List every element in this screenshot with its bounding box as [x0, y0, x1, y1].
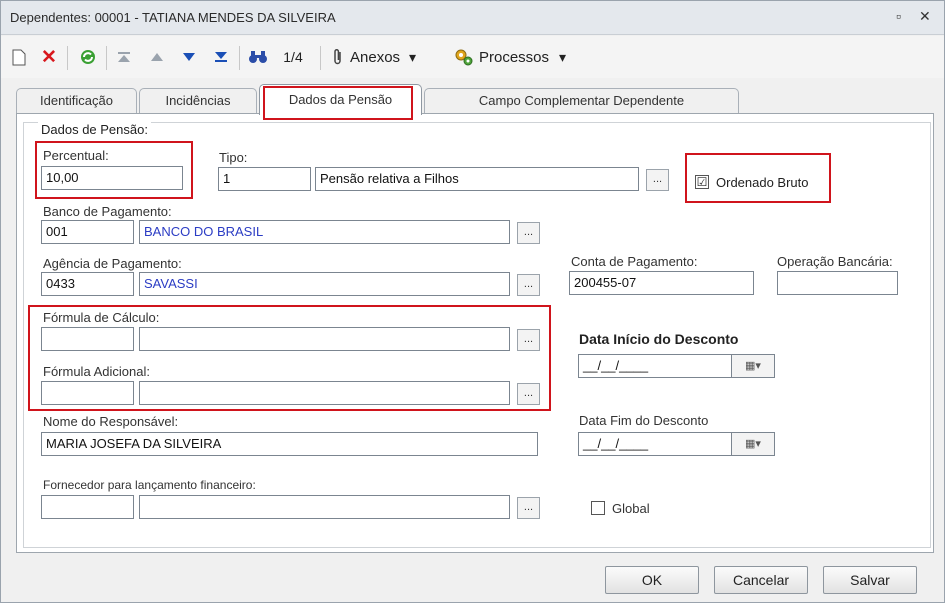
- tab-bar: Identificação Incidências Dados da Pensã…: [1, 84, 944, 115]
- data-inicio-input[interactable]: __/__/____: [578, 354, 732, 378]
- global-label: Global: [612, 501, 650, 516]
- processos-menu[interactable]: Processos ▾: [454, 46, 584, 68]
- processos-label: Processos: [479, 48, 550, 66]
- close-icon[interactable]: ✕: [919, 8, 931, 25]
- global-checkbox[interactable]: [591, 501, 605, 515]
- restore-icon[interactable]: ▫: [896, 8, 901, 24]
- arrow-down-icon: [183, 53, 195, 61]
- tab-campo-complementar[interactable]: Campo Complementar Dependente: [424, 88, 739, 113]
- banco-label: Banco de Pagamento:: [43, 204, 172, 219]
- tipo-description-input[interactable]: Pensão relativa a Filhos: [315, 167, 639, 191]
- previous-record-button[interactable]: [147, 46, 167, 68]
- agencia-name-input[interactable]: SAVASSI: [139, 272, 510, 296]
- title-bar: Dependentes: 00001 - TATIANA MENDES DA S…: [1, 1, 944, 35]
- conta-input[interactable]: 200455-07: [569, 271, 754, 295]
- paperclip-icon: [334, 49, 341, 65]
- last-record-icon: [215, 52, 227, 62]
- tipo-code-input[interactable]: 1: [218, 167, 311, 191]
- ok-button[interactable]: OK: [605, 566, 699, 594]
- conta-label: Conta de Pagamento:: [571, 254, 698, 269]
- banco-name-input[interactable]: BANCO DO BRASIL: [139, 220, 510, 244]
- highlight-box: [35, 141, 193, 199]
- last-record-button[interactable]: [211, 46, 231, 68]
- fornecedor-code-input[interactable]: [41, 495, 134, 519]
- data-fim-label: Data Fim do Desconto: [579, 413, 709, 428]
- banco-code-input[interactable]: 001: [41, 220, 134, 244]
- group-title: Dados de Pensão:: [38, 122, 151, 137]
- agencia-label: Agência de Pagamento:: [43, 256, 182, 271]
- calendar-icon[interactable]: ▦▾: [731, 354, 775, 378]
- toolbar-separator: [106, 46, 107, 70]
- fornecedor-lookup-button[interactable]: ...: [517, 497, 540, 519]
- first-record-icon: [118, 52, 130, 62]
- anexos-menu[interactable]: Anexos ▾: [331, 46, 441, 68]
- banco-lookup-button[interactable]: ...: [517, 222, 540, 244]
- anexos-label: Anexos: [350, 48, 401, 66]
- data-inicio-label: Data Início do Desconto: [579, 331, 739, 347]
- chevron-down-icon: ▾: [409, 48, 417, 65]
- operacao-input[interactable]: [777, 271, 898, 295]
- refresh-icon: [81, 50, 95, 64]
- responsavel-label: Nome do Responsável:: [43, 414, 179, 429]
- toolbar: ✕ 1/4 Anexos ▾ Processos ▾: [1, 36, 944, 78]
- next-record-button[interactable]: [179, 46, 199, 68]
- tab-incidencias[interactable]: Incidências: [139, 88, 257, 113]
- fornecedor-description-input[interactable]: [139, 495, 510, 519]
- delete-record-button[interactable]: ✕: [39, 46, 59, 68]
- cancel-button[interactable]: Cancelar: [714, 566, 808, 594]
- toolbar-separator: [320, 46, 321, 70]
- refresh-button[interactable]: [77, 46, 99, 68]
- responsavel-input[interactable]: MARIA JOSEFA DA SILVEIRA: [41, 432, 538, 456]
- toolbar-separator: [67, 46, 68, 70]
- save-button[interactable]: Salvar: [823, 566, 917, 594]
- window-title: Dependentes: 00001 - TATIANA MENDES DA S…: [10, 10, 336, 25]
- delete-icon: ✕: [41, 46, 57, 68]
- highlight-box: [685, 153, 831, 203]
- new-record-button[interactable]: [9, 46, 29, 68]
- binoculars-icon: [249, 51, 267, 63]
- chevron-down-icon: ▾: [559, 48, 567, 65]
- fornecedor-label: Fornecedor para lançamento financeiro:: [43, 478, 256, 492]
- arrow-up-icon: [151, 53, 163, 61]
- first-record-button[interactable]: [114, 46, 134, 68]
- toolbar-separator: [239, 46, 240, 70]
- operacao-label: Operação Bancária:: [777, 254, 893, 269]
- record-counter: 1/4: [283, 49, 303, 65]
- tab-identificacao[interactable]: Identificação: [16, 88, 137, 113]
- new-document-icon: [12, 49, 26, 65]
- gears-icon: [455, 49, 473, 66]
- highlight-box: [28, 305, 551, 411]
- tipo-label: Tipo:: [219, 150, 248, 165]
- agencia-code-input[interactable]: 0433: [41, 272, 134, 296]
- data-fim-input[interactable]: __/__/____: [578, 432, 732, 456]
- highlight-box: [263, 86, 413, 120]
- search-button[interactable]: [247, 46, 269, 68]
- calendar-icon[interactable]: ▦▾: [731, 432, 775, 456]
- tipo-lookup-button[interactable]: ...: [646, 169, 669, 191]
- agencia-lookup-button[interactable]: ...: [517, 274, 540, 296]
- dependentes-window: Dependentes: 00001 - TATIANA MENDES DA S…: [0, 0, 945, 603]
